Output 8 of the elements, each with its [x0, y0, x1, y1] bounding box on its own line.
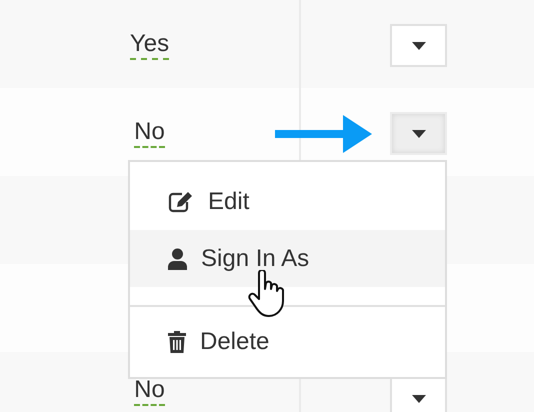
menu-item-label: Delete	[200, 328, 270, 356]
value-text[interactable]: No	[134, 374, 165, 406]
menu-item[interactable]: Delete	[130, 307, 445, 377]
value-text[interactable]: Yes	[130, 28, 170, 60]
menu-item-label: Sign In As	[201, 244, 310, 272]
menu-item[interactable]: Edit	[130, 173, 445, 230]
value-text[interactable]: No	[134, 116, 165, 148]
menu-item-label: Edit	[208, 188, 250, 216]
